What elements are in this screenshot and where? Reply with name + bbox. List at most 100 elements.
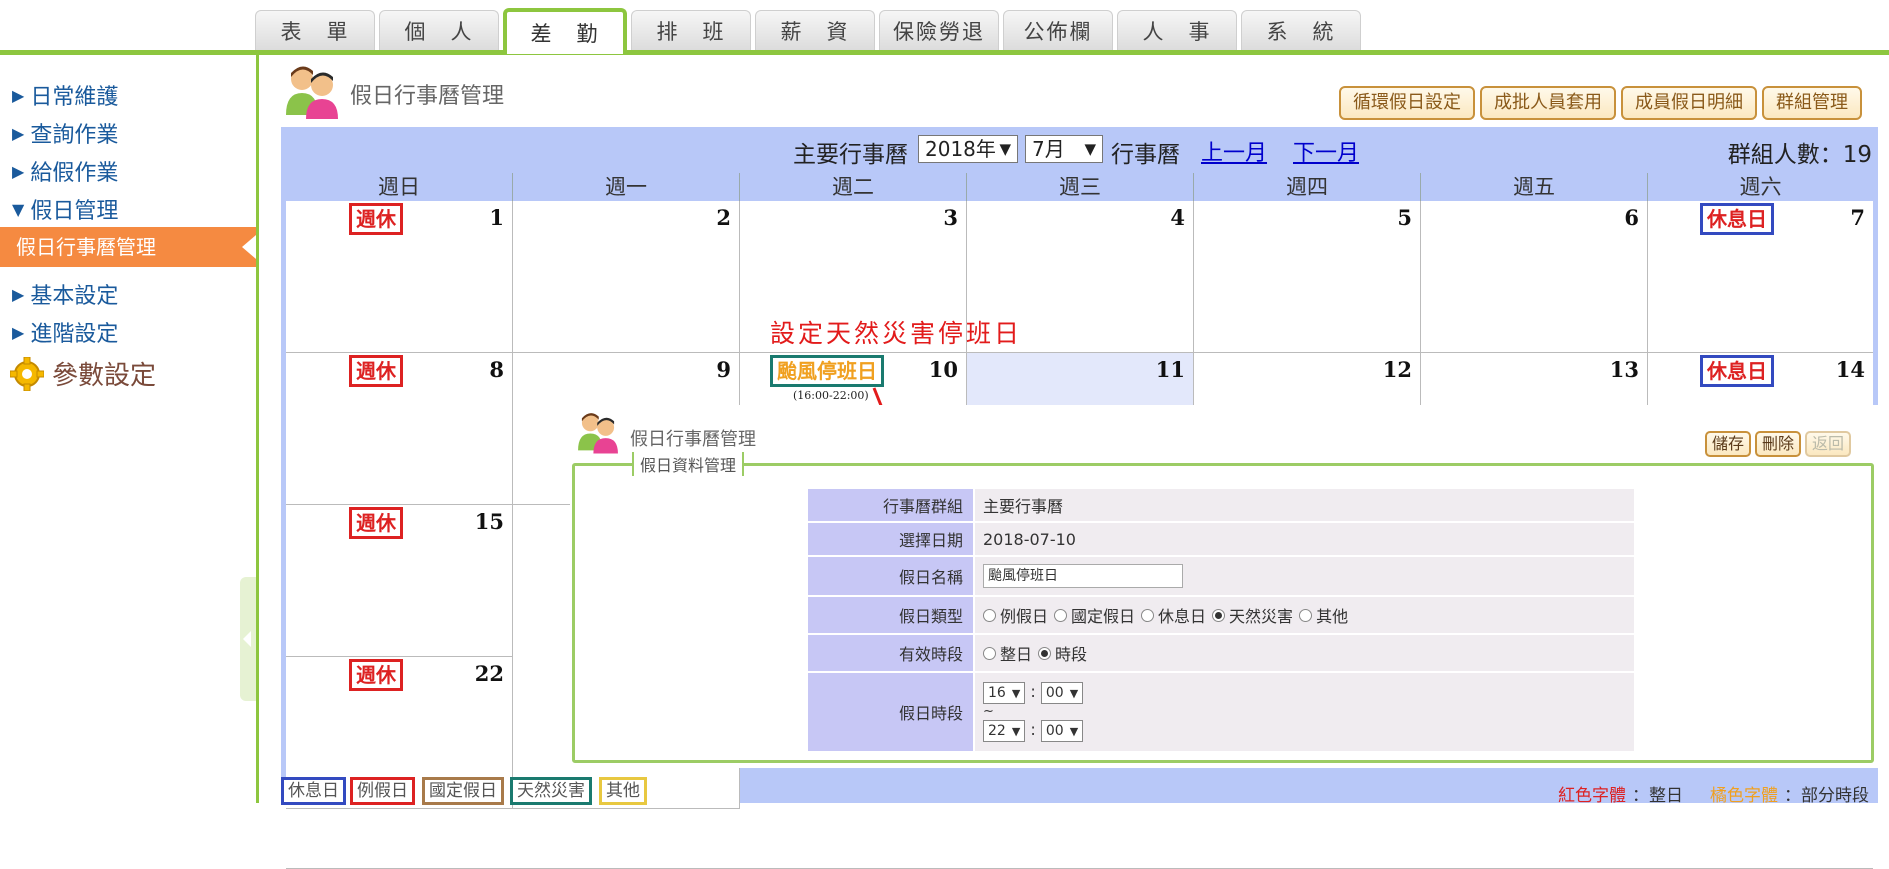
save-button[interactable]: 儲存 <box>1705 431 1751 457</box>
radio-label: 整日 <box>1000 645 1033 664</box>
day-number: 15 <box>474 509 504 534</box>
legend-national-holiday: 國定假日 <box>422 777 504 805</box>
radio-type-rest[interactable]: 休息日 <box>1141 603 1206 627</box>
note-red-text: ：整日 <box>1632 786 1683 806</box>
tab-shifts[interactable]: 排 班 <box>631 10 751 50</box>
sidebar-item-daily[interactable]: ▶ 日常維護 <box>12 79 118 111</box>
legend-rest-day: 休息日 <box>281 777 346 805</box>
group-count: 群組人數：19 <box>1727 142 1872 168</box>
day-cell[interactable]: 週休 8 <box>286 353 513 505</box>
holiday-edit-panel: 假日行事曆管理 儲存 刪除 返回 假日資料管理 行事曆群組 主要行事曆 選擇日期… <box>570 405 1880 768</box>
triangle-right-icon: ▶ <box>12 284 25 304</box>
form-value: 整日 時段 <box>975 635 1634 671</box>
sidebar-item-basic[interactable]: ▶ 基本設定 <box>12 278 118 310</box>
start-minute-select[interactable]: 00 ▼ <box>1040 682 1084 704</box>
delete-button[interactable]: 刪除 <box>1755 431 1801 457</box>
triangle-right-icon: ▶ <box>12 161 25 181</box>
end-minute-select[interactable]: 00 ▼ <box>1040 720 1084 742</box>
tab-personal[interactable]: 個 人 <box>379 10 499 50</box>
holiday-name-input[interactable]: 颱風停班日 <box>983 564 1183 588</box>
time-separator: ~ <box>983 704 994 719</box>
day-number: 5 <box>1397 205 1412 230</box>
radio-type-disaster[interactable]: 天然災害 <box>1212 603 1293 627</box>
calendar-name-label: 主要行事曆 <box>793 142 908 168</box>
triangle-right-icon: ▶ <box>12 322 25 342</box>
year-value: 2018年 <box>925 137 996 161</box>
sidebar-item-label: 進階設定 <box>30 322 119 347</box>
batch-apply-button[interactable]: 成批人員套用 <box>1480 86 1616 120</box>
rest-day-badge: 休息日 <box>1700 355 1774 387</box>
tab-attendance[interactable]: 差 勤 <box>503 8 627 54</box>
form-row-group: 行事曆群組 主要行事曆 <box>808 489 1634 523</box>
sidebar-item-advanced[interactable]: ▶ 進階設定 <box>12 316 118 348</box>
next-month-link[interactable]: 下一月 <box>1293 135 1359 167</box>
radio-type-national[interactable]: 國定假日 <box>1054 603 1135 627</box>
form-value: 颱風停班日 <box>975 557 1634 595</box>
tab-bulletin[interactable]: 公佈欄 <box>1003 10 1113 50</box>
dropdown-arrow-icon: ▼ <box>1011 687 1021 700</box>
form-value: 16 ▼ : 00 ▼ ~ 22 ▼ : 00 ▼ <box>975 673 1634 751</box>
radio-type-regular[interactable]: 例假日 <box>983 603 1048 627</box>
sidebar-item-holiday[interactable]: ▼ 假日管理 <box>12 193 118 225</box>
end-hour-select[interactable]: 22 ▼ <box>983 720 1026 742</box>
weekday-header: 週一 <box>513 173 740 201</box>
sidebar-item-holiday-calendar[interactable]: 假日行事曆管理 <box>0 227 256 267</box>
select-value: 22 <box>988 723 1006 739</box>
note-orange-label: 橘色字體 <box>1710 786 1778 806</box>
rest-day-badge: 休息日 <box>1700 203 1774 235</box>
sidebar-item-leave[interactable]: ▶ 給假作業 <box>12 155 118 187</box>
dropdown-arrow-icon: ▼ <box>1069 725 1079 738</box>
day-cell[interactable]: 5 <box>1194 201 1421 353</box>
sidebar-item-query[interactable]: ▶ 查詢作業 <box>12 117 118 149</box>
radio-period-timed[interactable]: 時段 <box>1038 641 1087 665</box>
weekday-header: 週日 <box>286 173 513 201</box>
form-row-type: 假日類型 例假日 國定假日 休息日 天然災害 其他 <box>808 597 1634 635</box>
radio-label: 時段 <box>1055 645 1088 664</box>
member-holiday-detail-button[interactable]: 成員假日明細 <box>1621 86 1757 120</box>
tab-system[interactable]: 系 統 <box>1241 10 1361 50</box>
form-value: 例假日 國定假日 休息日 天然災害 其他 <box>975 597 1634 633</box>
panel-title: 假日行事曆管理 <box>630 429 756 450</box>
day-cell[interactable]: 週休 15 <box>286 505 513 657</box>
sidebar-item-params[interactable]: 參數設定 <box>10 355 156 392</box>
radio-circle <box>1299 608 1313 622</box>
day-cell[interactable]: 2 <box>513 201 740 353</box>
sidebar-collapse-handle[interactable] <box>240 577 256 701</box>
tab-salary[interactable]: 薪 資 <box>755 10 875 50</box>
form-row-time: 假日時段 16 ▼ : 00 ▼ ~ 22 ▼ : 00 ▼ <box>808 673 1634 751</box>
calendar-label: 行事曆 <box>1111 142 1180 168</box>
day-number: 8 <box>489 357 504 382</box>
back-button[interactable]: 返回 <box>1805 431 1851 457</box>
start-time: 16 ▼ : 00 ▼ <box>983 682 1084 704</box>
sidebar-item-label: 給假作業 <box>30 161 119 186</box>
year-select[interactable]: 2018年 ▼ <box>918 135 1018 163</box>
legend-natural-disaster: 天然災害 <box>510 777 592 805</box>
tab-hr[interactable]: 人 事 <box>1117 10 1237 50</box>
tab-insurance[interactable]: 保險勞退 <box>879 10 999 50</box>
selected-date-value: 2018-07-10 <box>975 523 1634 555</box>
month-select[interactable]: 7月 ▼ <box>1025 135 1103 163</box>
time-colon: : <box>1030 720 1036 739</box>
weekday-header: 週五 <box>1421 173 1648 201</box>
radio-label: 天然災害 <box>1229 607 1294 626</box>
sidebar-divider <box>256 55 259 803</box>
radio-type-other[interactable]: 其他 <box>1299 603 1348 627</box>
form-label: 假日名稱 <box>808 557 973 595</box>
tab-forms[interactable]: 表 單 <box>255 10 375 50</box>
radio-period-fullday[interactable]: 整日 <box>983 641 1032 665</box>
cyclic-holiday-button[interactable]: 循環假日設定 <box>1339 86 1475 120</box>
start-hour-select[interactable]: 16 ▼ <box>983 682 1026 704</box>
day-cell[interactable]: 6 <box>1421 201 1648 353</box>
day-number: 10 <box>928 357 958 382</box>
day-number: 9 <box>716 357 731 382</box>
day-cell[interactable]: 週休 1 <box>286 201 513 353</box>
radio-circle-selected <box>1038 646 1052 660</box>
day-cell[interactable]: 休息日 7 <box>1648 201 1873 353</box>
calendar-group-value: 主要行事曆 <box>975 489 1634 521</box>
day-number: 12 <box>1382 357 1412 382</box>
form-row-date: 選擇日期 2018-07-10 <box>808 523 1634 557</box>
prev-month-link[interactable]: 上一月 <box>1201 135 1267 167</box>
people-icon <box>578 413 618 454</box>
top-nav: 表 單 個 人 差 勤 排 班 薪 資 保險勞退 公佈欄 人 事 系 統 <box>0 0 1889 55</box>
group-management-button[interactable]: 群組管理 <box>1762 86 1862 120</box>
